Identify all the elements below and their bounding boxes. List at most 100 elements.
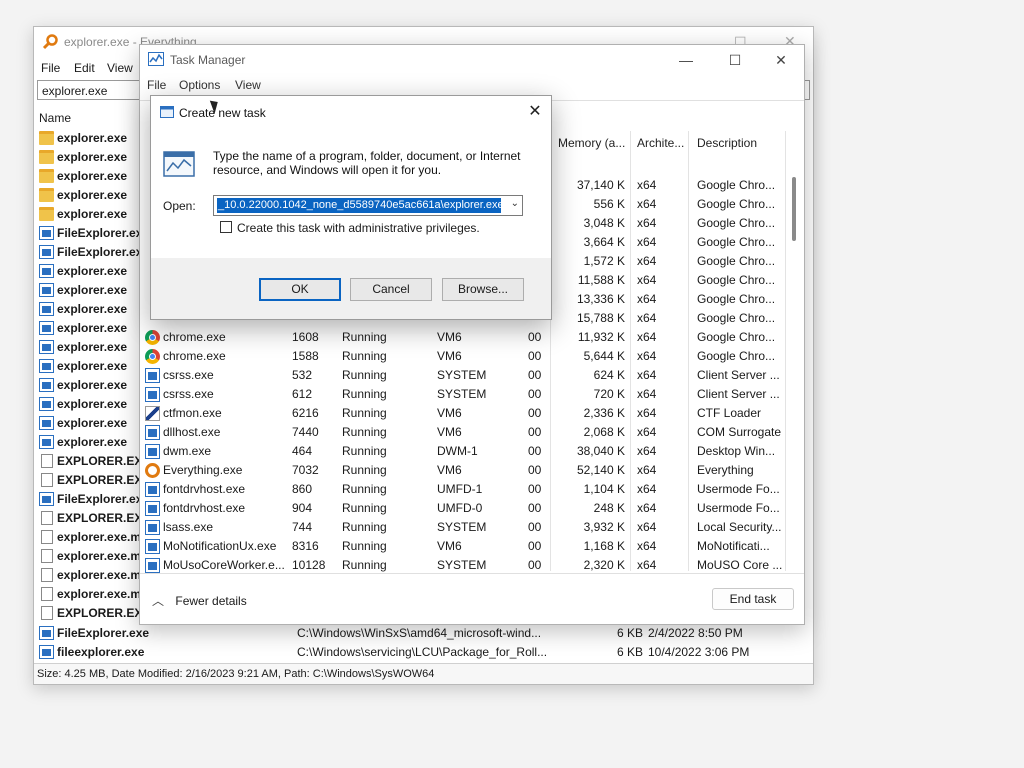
result-row[interactable]: FileExplorer.exe	[37, 224, 149, 243]
vertical-scrollbar-thumb[interactable]	[792, 177, 796, 241]
tm-menu-view[interactable]: View	[235, 78, 261, 92]
result-row[interactable]: FileExplorer.exe	[37, 490, 149, 509]
process-row[interactable]: dllhost.exe 7440 Running VM6 00 2,068 K x64 COM…	[140, 423, 785, 442]
result-row[interactable]: explorer.exe.m	[37, 566, 147, 585]
result-row[interactable]: FileExplorer.exe C:\Windows\WinSxS\amd64…	[37, 624, 807, 643]
result-row[interactable]: explorer.exe	[37, 281, 147, 300]
result-row[interactable]: explorer.exe	[37, 262, 147, 281]
admin-privileges-checkbox[interactable]	[220, 221, 232, 233]
result-row[interactable]: EXPLORER.EXE	[37, 509, 150, 528]
result-row[interactable]: explorer.exe	[37, 357, 147, 376]
process-row[interactable]: lsass.exe 744 Running SYSTEM 00 3,932 K x64 Loc…	[140, 518, 785, 537]
process-pid: 464	[292, 444, 313, 458]
tm-menu-options[interactable]: Options	[179, 78, 220, 92]
browse-button[interactable]: Browse...	[442, 278, 524, 301]
process-row[interactable]: fontdrvhost.exe 860 Running UMFD-1 00 1,104 K…	[140, 480, 785, 499]
process-description: Google Chro...	[697, 178, 776, 192]
process-architecture: x64	[637, 197, 657, 211]
process-pid: 1588	[292, 349, 319, 363]
result-row[interactable]: EXPLORER.EXE	[37, 471, 150, 490]
process-cpu: 00	[528, 520, 542, 534]
magnifier-icon	[145, 463, 160, 478]
process-description: Usermode Fo...	[697, 482, 780, 496]
document-icon	[41, 530, 53, 544]
process-row[interactable]: chrome.exe 1608 Running VM6 00 11,932 K x64 Goo…	[140, 328, 785, 347]
menu-edit[interactable]: Edit	[74, 61, 95, 75]
end-task-button[interactable]: End task	[712, 588, 794, 610]
result-row[interactable]: explorer.exe.m	[37, 528, 147, 547]
column-header-memory[interactable]: Memory (a...	[558, 136, 625, 150]
process-row[interactable]: fontdrvhost.exe 904 Running UMFD-0 00 248 K x6…	[140, 499, 785, 518]
admin-privileges-label[interactable]: Create this task with administrative pri…	[237, 221, 480, 235]
process-row[interactable]: ctfmon.exe 6216 Running VM6 00 2,336 K x64 CTF …	[140, 404, 785, 423]
maximize-icon[interactable]: ☐	[720, 49, 750, 71]
cancel-button[interactable]: Cancel	[350, 278, 432, 301]
result-name: explorer.exe	[57, 169, 128, 183]
process-status: Running	[342, 482, 387, 496]
result-row[interactable]: explorer.exe	[37, 167, 147, 186]
result-name: explorer.exe	[57, 340, 128, 354]
everything-magnifier-icon	[42, 34, 58, 50]
close-icon[interactable]: ✕	[766, 49, 796, 71]
close-icon[interactable]: ✕	[521, 100, 549, 124]
result-row[interactable]: FileExplorer.exe	[37, 243, 149, 262]
process-row[interactable]: Everything.exe 7032 Running VM6 00 52,140 K x6…	[140, 461, 785, 480]
process-description: Google Chro...	[697, 254, 776, 268]
result-row[interactable]: explorer.exe	[37, 433, 147, 452]
folder-icon	[39, 169, 54, 183]
result-row[interactable]: explorer.exe.m	[37, 547, 147, 566]
exe-icon	[39, 492, 54, 506]
open-label: Open:	[163, 199, 196, 213]
chevron-down-icon[interactable]: ⌄	[511, 198, 519, 209]
result-row[interactable]: explorer.exe	[37, 300, 147, 319]
process-status: Running	[342, 520, 387, 534]
task-manager-title: Task Manager	[170, 53, 246, 67]
document-icon	[41, 473, 53, 487]
open-input-selected-text[interactable]: _10.0.22000.1042_none_d5589740e5ac661a\e…	[217, 198, 501, 213]
exe-icon	[39, 302, 54, 316]
result-row[interactable]: explorer.exe	[37, 376, 147, 395]
process-row[interactable]: chrome.exe 1588 Running VM6 00 5,644 K x64 Goog…	[140, 347, 785, 366]
column-header-architecture[interactable]: Archite...	[637, 136, 684, 150]
window-icon	[145, 425, 160, 440]
result-row[interactable]: explorer.exe	[37, 414, 147, 433]
result-row[interactable]: explorer.exe	[37, 395, 147, 414]
result-row[interactable]: explorer.exe	[37, 186, 147, 205]
process-status: Running	[342, 425, 387, 439]
process-row[interactable]: csrss.exe 532 Running SYSTEM 00 624 K x64 Clien…	[140, 366, 785, 385]
result-row[interactable]: explorer.exe	[37, 205, 147, 224]
process-description: Local Security...	[697, 520, 782, 534]
process-user: VM6	[437, 406, 462, 420]
column-header-name[interactable]: Name	[39, 111, 71, 125]
result-row[interactable]: EXPLORER.EXE	[37, 452, 150, 471]
column-header-description[interactable]: Description	[697, 136, 757, 150]
ok-button[interactable]: OK	[259, 278, 341, 301]
result-name: explorer.exe	[57, 321, 128, 335]
minimize-icon[interactable]: —	[671, 49, 701, 71]
process-name: chrome.exe	[163, 349, 226, 363]
window-icon	[145, 368, 160, 383]
tm-menu-file[interactable]: File	[147, 78, 166, 92]
menu-file[interactable]: File	[41, 61, 60, 75]
process-cpu: 00	[528, 444, 542, 458]
result-row[interactable]: explorer.exe	[37, 148, 147, 167]
result-row[interactable]: explorer.exe.m	[37, 585, 147, 604]
exe-icon	[39, 264, 54, 278]
result-row[interactable]: explorer.exe	[37, 338, 147, 357]
process-architecture: x64	[637, 463, 657, 477]
process-row[interactable]: csrss.exe 612 Running SYSTEM 00 720 K x64 Clien…	[140, 385, 785, 404]
fewer-details-button[interactable]: ︿ Fewer details	[152, 592, 247, 609]
result-row[interactable]: EXPLORER.EXE	[37, 604, 150, 623]
menu-view[interactable]: View	[107, 61, 133, 75]
result-row[interactable]: explorer.exe	[37, 319, 147, 338]
result-row[interactable]: fileexplorer.exe C:\Windows\servicing\LC…	[37, 643, 807, 662]
result-row[interactable]: explorer.exe	[37, 129, 147, 148]
process-user: DWM-1	[437, 444, 478, 458]
process-architecture: x64	[637, 482, 657, 496]
process-pid: 532	[292, 368, 313, 382]
process-row[interactable]: MoNotificationUx.exe 8316 Running VM6 00 1,16…	[140, 537, 785, 556]
exe-icon	[39, 226, 54, 240]
open-combobox[interactable]: _10.0.22000.1042_none_d5589740e5ac661a\e…	[213, 195, 523, 216]
pen-icon	[145, 406, 160, 421]
process-row[interactable]: dwm.exe 464 Running DWM-1 00 38,040 K x64 Deskt…	[140, 442, 785, 461]
